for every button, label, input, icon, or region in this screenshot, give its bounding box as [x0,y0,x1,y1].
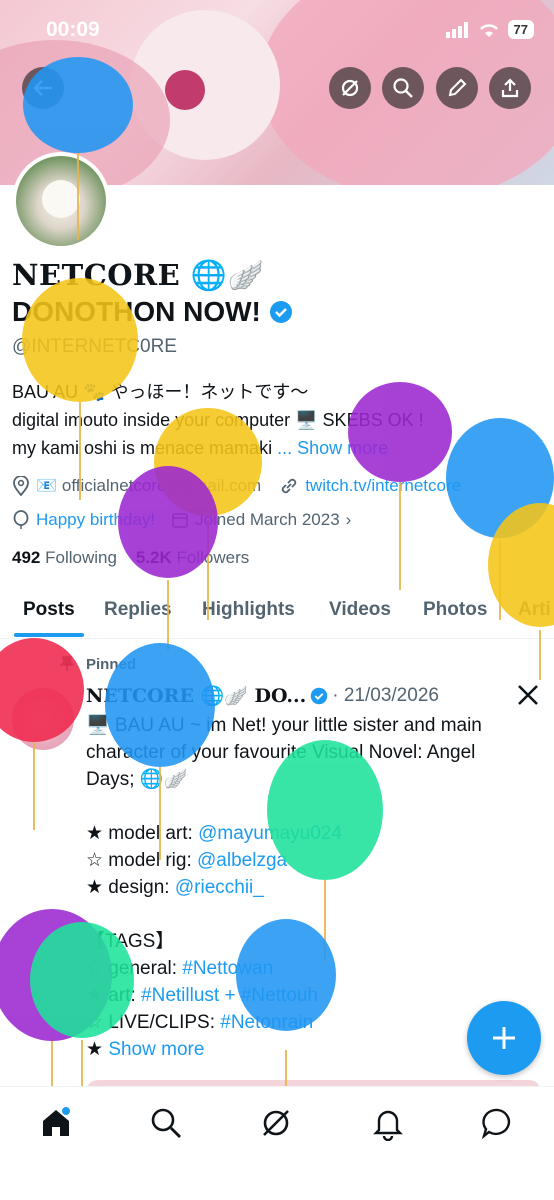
compose-button[interactable] [467,1001,541,1075]
display-name-line2: DONOTHON NOW! [12,296,293,328]
joined-date: Joined March 2023 [195,510,340,529]
pinned-text: Pinned [86,656,137,673]
back-arrow-icon [33,80,52,96]
profile-meta-row-2: Happy birthday! Joined March 2023 › [12,510,351,530]
search-button[interactable] [382,67,424,109]
x-logo-icon [518,685,538,705]
avatar-dog [42,180,80,218]
followers-link[interactable]: 5.2K Followers [136,548,249,567]
follow-counts: 492 Following 5.2K Followers [12,548,249,568]
share-button[interactable] [489,67,531,109]
profile-meta-row: 📧 officialnetcore@gmail.com twitch.tv/in… [12,476,461,496]
link-icon [282,478,297,494]
nav-search[interactable] [148,1105,184,1141]
chat-bubble-icon [481,1108,511,1140]
birthday-text[interactable]: Happy birthday! [36,510,155,530]
grok-icon [263,1110,289,1136]
post-text-line: ☆ LIVE/CLIPS: [86,1012,221,1033]
verified-badge-icon [311,687,328,704]
bell-icon [373,1110,403,1142]
mention-link[interactable]: @mayumayu024 [198,823,342,844]
mention-link[interactable]: @riecchii_ [175,877,264,898]
status-time: 00:09 [46,18,100,41]
pinned-label: Pinned [60,656,137,673]
status-bar: 00:09 77 [0,0,554,60]
post-text-line: ★ model art: [86,823,199,844]
hashtag-link[interactable]: #Netonrain [220,1012,313,1033]
following-count: 492 [12,548,41,567]
followers-label: Followers [176,548,250,567]
hashtag-link[interactable]: #Nettowan [182,958,273,979]
pencil-icon [448,78,467,97]
bio-show-more-link[interactable]: ... Show more [277,438,388,458]
pin-icon [60,656,74,671]
bio-line: digital imouto inside your computer 🖥️ S… [12,410,424,430]
post-text-line: ★ art: [86,985,142,1006]
tab-posts[interactable]: Posts [23,599,75,621]
post-text-line: ☆ model rig: [86,850,198,871]
back-button[interactable] [22,67,64,109]
hashtag-link[interactable]: #Netillust + #Nettouh [141,985,318,1006]
tab-highlights[interactable]: Highlights [202,599,295,621]
post-body: 🖥️ BAU AU ~ im Net! your little sister a… [86,712,541,1063]
post-text-line: 【TAGS】 [86,931,175,952]
post-text-line: ★ [86,1039,109,1060]
following-link[interactable]: 492 Following [12,548,117,567]
banner-art-eye [165,70,205,110]
bottom-navigation [0,1086,554,1200]
post-text-line: ☆ general: [86,958,183,979]
grok-button[interactable] [329,67,371,109]
profile-email: 📧 officialnetcore@gmail.com [36,476,262,495]
followers-count: 5.2K [135,548,172,567]
nav-grok[interactable] [258,1105,294,1141]
following-label: Following [45,548,117,567]
signal-icon [445,21,468,38]
calendar-icon [172,513,188,528]
verified-badge-icon [269,301,292,323]
post-text-line: 🖥️ BAU AU ~ im Net! your little sister a… [86,715,482,736]
plus-icon [493,1027,515,1049]
post-text-line: ★ design: [86,877,175,898]
chevron-right-icon[interactable]: › [346,510,352,530]
post-show-more-link[interactable]: Show more [108,1039,204,1060]
display-name-text: DONOTHON NOW! [12,296,261,327]
post-avatar[interactable] [12,688,74,750]
profile-bio: BAU AU 🐾 やっほー！ネットです〜 digital imouto insi… [12,378,542,462]
bio-line: my kami oshi is menace mamaki [12,438,278,458]
share-icon [501,78,519,98]
tab-articles[interactable]: Arti [518,599,551,621]
tab-active-indicator [14,633,84,637]
location-icon [13,476,29,496]
profile-tabs: Posts Replies Highlights Videos Photos A… [0,586,554,639]
mention-link[interactable]: @albelzga [197,850,287,871]
search-icon [151,1108,181,1138]
tab-videos[interactable]: Videos [329,599,391,621]
tab-replies[interactable]: Replies [104,599,172,621]
post-author[interactable]: NETCORE 🌐🪽 DO... [86,684,306,707]
grok-icon [341,79,359,97]
display-name-line1: NETCORE 🌐🪽 [12,258,265,292]
search-icon [393,78,413,98]
profile-handle: @INTERNETC0RE [12,336,177,357]
post-text-line: character of your favourite Visual Novel… [86,742,476,763]
wifi-icon [479,23,498,37]
edit-button[interactable] [436,67,478,109]
battery-indicator: 77 [507,20,534,39]
nav-home[interactable] [38,1105,74,1141]
home-icon [43,1107,70,1136]
post-date: · 21/03/2026 [332,684,439,706]
nav-messages[interactable] [480,1105,516,1141]
nav-notifications[interactable] [370,1105,406,1142]
post-header: NETCORE 🌐🪽 DO... · 21/03/2026 [86,684,439,708]
balloon-icon [13,510,29,529]
post-text-line: Days; 🌐🪽 [86,769,188,790]
tab-photos[interactable]: Photos [423,599,487,621]
profile-link[interactable]: twitch.tv/internetcore [305,476,461,496]
bio-line: BAU AU 🐾 やっほー！ネットです〜 [12,382,309,402]
profile-avatar[interactable] [12,152,110,250]
